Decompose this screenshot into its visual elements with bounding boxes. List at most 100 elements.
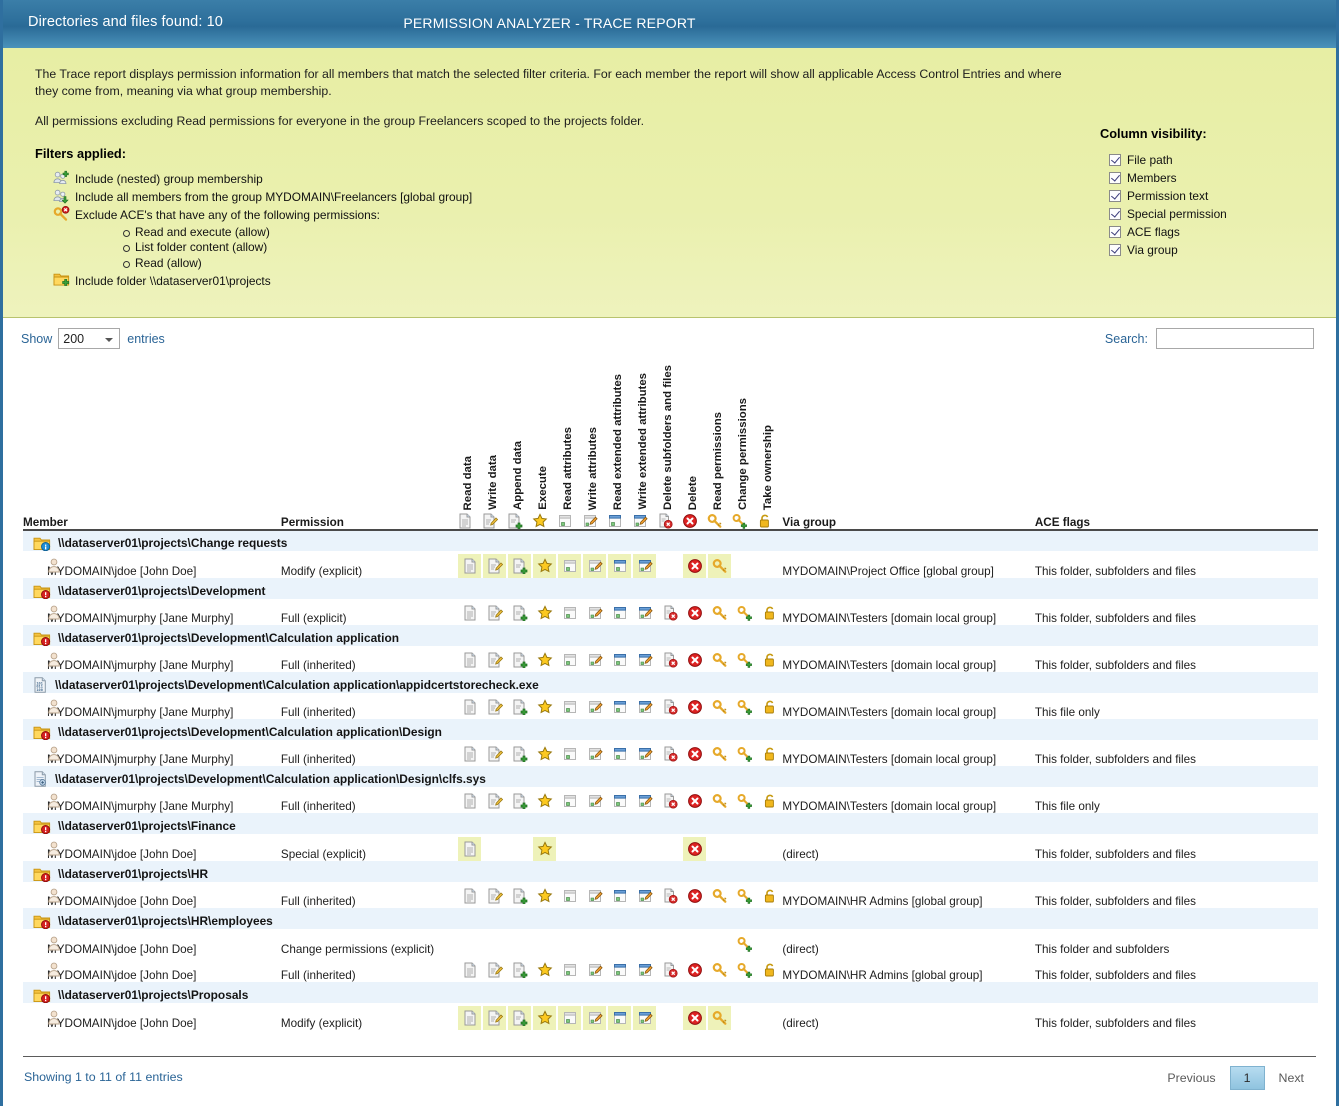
permission-flag-page-write <box>482 929 507 956</box>
permission-flag-star-execute <box>532 646 557 672</box>
column-header-permission-0[interactable]: Read data <box>457 360 482 530</box>
permission-flag-delete-sub <box>657 740 682 766</box>
permission-flag-attr-write <box>582 929 607 956</box>
checkbox-checked-icon[interactable] <box>1109 172 1121 184</box>
column-visibility-item[interactable]: File path <box>1109 151 1310 169</box>
column-visibility-item[interactable]: Special permission <box>1109 205 1310 223</box>
file-path-group-row[interactable]: \\dataserver01\projects\Development\Calc… <box>23 719 1318 740</box>
column-visibility-list: File pathMembersPermission textSpecial p… <box>1100 151 1310 259</box>
table-row[interactable]: MYDOMAIN\jmurphy [Jane Murphy]Full (inhe… <box>23 646 1318 672</box>
column-visibility-item[interactable]: Permission text <box>1109 187 1310 205</box>
permission-flag-key-read <box>707 646 732 672</box>
column-header-via-group[interactable]: Via group <box>782 360 1034 530</box>
permission-flag-delete <box>682 646 707 672</box>
column-header-vertical-label: Delete subfolders and files <box>657 365 679 510</box>
table-row[interactable]: MYDOMAIN\jdoe [John Doe]Modify (explicit… <box>23 551 1318 578</box>
filter-item-label: Include folder \\dataserver01\projects <box>75 274 271 288</box>
column-header-permission-3[interactable]: Execute <box>532 360 557 530</box>
table-row[interactable]: MYDOMAIN\jdoe [John Doe]Full (inherited)… <box>23 882 1318 908</box>
table-row[interactable]: MYDOMAIN\jmurphy [Jane Murphy]Full (expl… <box>23 599 1318 625</box>
permission-flag-star-execute <box>532 787 557 813</box>
ace-flags-cell: This folder, subfolders and files <box>1035 882 1318 908</box>
file-path-group-row[interactable]: \\dataserver01\projects\HR <box>23 861 1318 882</box>
checkbox-checked-icon[interactable] <box>1109 244 1121 256</box>
column-header-ace-flags[interactable]: ACE flags <box>1035 360 1318 530</box>
permission-flag-extattr-write <box>632 834 657 861</box>
previous-page-button[interactable]: Previous <box>1155 1067 1227 1089</box>
filter-item-label: Include all members from the group MYDOM… <box>75 190 472 204</box>
search-input[interactable] <box>1156 328 1314 349</box>
table-row[interactable]: MYDOMAIN\jdoe [John Doe]Special (explici… <box>23 834 1318 861</box>
member-cell: MYDOMAIN\jdoe [John Doe] <box>23 956 281 982</box>
column-header-permission-12[interactable]: Take ownership <box>757 360 782 530</box>
file-path-group-row[interactable]: \\dataserver01\projects\Development\Calc… <box>23 766 1318 787</box>
checkbox-checked-icon[interactable] <box>1109 208 1121 220</box>
permission-flag-page-read <box>457 740 482 766</box>
star-execute-icon <box>532 513 548 529</box>
extattr-write-icon <box>632 513 648 529</box>
column-header-permission-8[interactable]: Delete subfolders and files <box>657 360 682 530</box>
column-header-permission[interactable]: Permission <box>281 360 457 530</box>
column-visibility-panel: Column visibility: File pathMembersPermi… <box>1100 126 1310 259</box>
permission-flag-key-change <box>732 551 757 578</box>
column-header-permission-1[interactable]: Write data <box>482 360 507 530</box>
permission-flag-extattr-read <box>607 882 632 908</box>
file-path-cell: \\dataserver01\projects\HR <box>23 861 1318 882</box>
permission-flag-extattr-write <box>632 1003 657 1030</box>
column-header-permission-7[interactable]: Write extended attributes <box>632 360 657 530</box>
filter-item: Include (nested) group membership <box>53 171 1085 187</box>
column-header-permission-5[interactable]: Write attributes <box>582 360 607 530</box>
filters-column: The Trace report displays permission inf… <box>35 66 1085 289</box>
member-cell: MYDOMAIN\jmurphy [Jane Murphy] <box>23 693 281 719</box>
column-header-permission-9[interactable]: Delete <box>682 360 707 530</box>
file-path-label: \\dataserver01\projects\HR\employees <box>58 914 273 928</box>
table-row[interactable]: MYDOMAIN\jmurphy [Jane Murphy]Full (inhe… <box>23 787 1318 813</box>
file-path-group-row[interactable]: \\dataserver01\projects\Change requests <box>23 530 1318 551</box>
next-page-button[interactable]: Next <box>1267 1067 1316 1089</box>
page-size-select[interactable]: 200 <box>58 328 120 349</box>
column-header-permission-6[interactable]: Read extended attributes <box>607 360 632 530</box>
column-header-permission-10[interactable]: Read permissions <box>707 360 732 530</box>
member-cell: MYDOMAIN\jdoe [John Doe] <box>23 929 281 956</box>
file-exe-icon: 101011100 <box>33 677 48 693</box>
file-path-group-row[interactable]: \\dataserver01\projects\Development <box>23 578 1318 599</box>
permission-flag-lock-owner <box>757 929 782 956</box>
table-header-row: Member Permission Read dataWrite dataApp… <box>23 360 1318 530</box>
ace-flags-cell: This folder and subfolders <box>1035 929 1318 956</box>
permission-flag-key-change <box>732 1003 757 1030</box>
column-header-member[interactable]: Member <box>23 360 281 530</box>
report-table-wrapper: Member Permission Read dataWrite dataApp… <box>3 360 1336 1030</box>
column-visibility-item[interactable]: Via group <box>1109 241 1310 259</box>
permission-flag-page-write <box>482 693 507 719</box>
file-path-group-row[interactable]: 101011100\\dataserver01\projects\Develop… <box>23 672 1318 693</box>
key-read-icon <box>707 513 723 529</box>
title-bar: Directories and files found: 10 PERMISSI… <box>3 0 1336 48</box>
table-row[interactable]: MYDOMAIN\jdoe [John Doe]Modify (explicit… <box>23 1003 1318 1030</box>
table-row[interactable]: MYDOMAIN\jmurphy [Jane Murphy]Full (inhe… <box>23 693 1318 719</box>
column-header-permission-2[interactable]: Append data <box>507 360 532 530</box>
table-row[interactable]: MYDOMAIN\jmurphy [Jane Murphy]Full (inhe… <box>23 740 1318 766</box>
member-cell: MYDOMAIN\jdoe [John Doe] <box>23 882 281 908</box>
file-path-group-row[interactable]: \\dataserver01\projects\Proposals <box>23 982 1318 1003</box>
table-row[interactable]: MYDOMAIN\jdoe [John Doe]Full (inherited)… <box>23 956 1318 982</box>
checkbox-checked-icon[interactable] <box>1109 190 1121 202</box>
checkbox-checked-icon[interactable] <box>1109 154 1121 166</box>
page-number-1-button[interactable]: 1 <box>1230 1066 1265 1090</box>
table-row[interactable]: MYDOMAIN\jdoe [John Doe]Change permissio… <box>23 929 1318 956</box>
column-header-permission-11[interactable]: Change permissions <box>732 360 757 530</box>
column-visibility-item[interactable]: ACE flags <box>1109 223 1310 241</box>
permission-flag-page-write <box>482 834 507 861</box>
via-group-cell: MYDOMAIN\Testers [domain local group] <box>782 693 1034 719</box>
file-path-group-row[interactable]: \\dataserver01\projects\HR\employees <box>23 908 1318 929</box>
column-header-permission-4[interactable]: Read attributes <box>557 360 582 530</box>
permission-flag-star-execute <box>532 929 557 956</box>
folder-alert-icon <box>33 725 51 740</box>
file-path-group-row[interactable]: \\dataserver01\projects\Finance <box>23 813 1318 834</box>
column-visibility-item[interactable]: Members <box>1109 169 1310 187</box>
member-cell: MYDOMAIN\jmurphy [Jane Murphy] <box>23 787 281 813</box>
file-path-group-row[interactable]: \\dataserver01\projects\Development\Calc… <box>23 625 1318 646</box>
checkbox-checked-icon[interactable] <box>1109 226 1121 238</box>
permission-flag-delete <box>682 551 707 578</box>
file-path-cell: \\dataserver01\projects\Development\Calc… <box>23 625 1318 646</box>
filter-sub-item: List folder content (allow) <box>123 240 1085 256</box>
